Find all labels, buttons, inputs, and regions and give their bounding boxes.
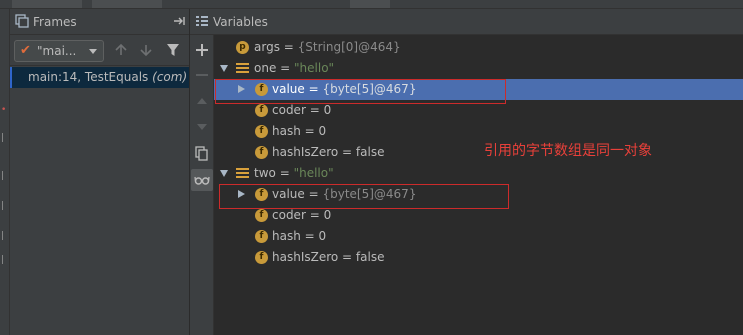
gutter-marker[interactable]: | [1,231,7,241]
variable-value: false [355,145,385,159]
variables-panel: Variables p args = {String[0]@464} one =… [190,9,743,335]
parameter-icon: p [236,41,249,54]
variable-label: hash = 0 [272,229,326,243]
down-arrow-icon[interactable] [138,42,154,58]
tree-row[interactable]: p args = {String[0]@464} [214,37,743,58]
pin-icon[interactable] [172,14,186,28]
thread-selector[interactable]: ✔ "mai... [14,40,104,62]
variable-eq: = [276,61,295,75]
object-icon [236,62,249,75]
expand-toggle-icon[interactable] [220,65,228,72]
gutter-marker[interactable]: | [1,133,7,143]
variable-eq: = [300,229,319,243]
frames-title: Frames [33,15,77,29]
thread-selector-value: "mai... [37,44,77,58]
variables-header: Variables [190,9,743,35]
variable-name: hash [272,229,301,243]
variable-name: args [254,40,280,54]
tree-row[interactable]: one = "hello" [214,58,743,79]
variable-label: one = "hello" [254,61,334,75]
highlight-box [215,79,506,104]
tree-row[interactable]: two = "hello" [214,163,743,184]
variable-label: coder = 0 [272,103,331,117]
field-icon: f [255,125,268,138]
variable-eq: = [338,145,356,159]
variable-value: "hello" [294,61,335,75]
tree-row[interactable]: f hashIsZero = false [214,247,743,268]
editor-tab[interactable] [12,0,82,8]
editor-tab-strip [0,0,743,9]
field-icon: f [255,209,268,222]
frames-panel: Frames ✔ "mai... main:14, TestEquals (co… [10,9,190,335]
copy-icon[interactable] [194,145,210,161]
gutter-marker[interactable]: | [1,171,7,181]
variable-value: 0 [323,103,332,117]
object-icon [236,167,249,180]
variable-eq: = [338,250,356,264]
frames-toolbar: ✔ "mai... [10,36,189,66]
variable-label: two = "hello" [254,166,334,180]
add-icon[interactable] [194,42,210,58]
glasses-icon [194,176,210,185]
variables-icon [196,16,208,26]
variable-eq: = [300,124,319,138]
variable-value: {String[0]@464} [297,40,401,54]
tree-row[interactable]: f hash = 0 [214,121,743,142]
variable-label: args = {String[0]@464} [254,40,401,54]
glasses-toggle[interactable] [191,169,213,191]
gutter-marker[interactable]: • [1,105,7,115]
up-arrow-icon[interactable] [194,93,210,109]
variable-label: hashIsZero = false [272,145,384,159]
variable-name: one [254,61,277,75]
down-arrow-icon[interactable] [194,119,210,135]
field-icon: f [255,146,268,159]
variable-label: hash = 0 [272,124,326,138]
frame-method: main:14, TestEquals [28,70,149,84]
variable-name: coder [272,208,306,222]
variable-value: false [355,250,385,264]
variable-name: hashIsZero [272,250,339,264]
chevron-down-icon [89,49,97,54]
up-arrow-icon[interactable] [113,42,129,58]
variable-eq: = [305,103,324,117]
tree-row[interactable]: f hash = 0 [214,226,743,247]
variable-name: coder [272,103,306,117]
frames-icon [15,14,29,28]
variable-value: 0 [318,124,327,138]
editor-tab[interactable] [92,0,162,8]
variable-eq: = [275,166,294,180]
gutter-marker[interactable]: | [1,255,7,265]
variable-name: hash [272,124,301,138]
frames-header: Frames [10,9,189,35]
field-icon: f [255,104,268,117]
field-icon: f [255,251,268,264]
left-tool-gutter: • | | | | | [0,9,10,335]
variables-title: Variables [213,15,268,29]
variable-label: hashIsZero = false [272,250,384,264]
frame-item[interactable]: main:14, TestEquals (com) [10,67,189,88]
variable-value: 0 [318,229,327,243]
variable-name: two [254,166,276,180]
frame-class: (com) [152,70,188,84]
variable-value: 0 [323,208,332,222]
variable-value: "hello" [293,166,334,180]
tree-row[interactable]: f hashIsZero = false [214,142,743,163]
frame-label: main:14, TestEquals (com) [28,70,187,84]
filter-icon[interactable] [165,42,181,58]
variable-name: hashIsZero [272,145,339,159]
annotation-text: 引用的字节数组是同一对象 [484,143,652,159]
gutter-marker[interactable]: | [1,201,7,211]
highlight-box [219,184,509,209]
expand-toggle-icon[interactable] [220,170,228,177]
variable-eq: = [305,208,324,222]
variable-eq: = [279,40,298,54]
field-icon: f [255,230,268,243]
variable-label: coder = 0 [272,208,331,222]
variables-toolbar [190,9,214,335]
editor-tab[interactable] [350,0,390,8]
remove-icon[interactable] [194,67,210,83]
check-icon: ✔ [20,43,31,58]
